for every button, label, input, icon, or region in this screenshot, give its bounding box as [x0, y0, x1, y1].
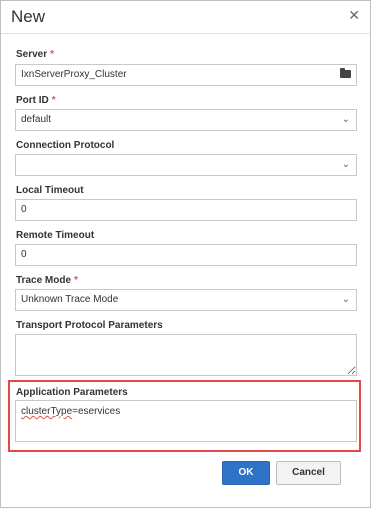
required-marker: * [74, 275, 78, 286]
application-parameters-label-text: Application Parameters [16, 387, 128, 398]
remote-timeout-input[interactable]: 0 [15, 244, 357, 266]
new-dialog: New ✕ Server * IxnServerProxy_Cluster Por… [0, 0, 371, 508]
trace-mode-value: Unknown Trace Mode [21, 294, 119, 305]
remote-timeout-label: Remote Timeout [16, 230, 94, 241]
trace-mode-label: Trace Mode * [16, 275, 78, 286]
close-icon[interactable]: ✕ [348, 7, 360, 24]
required-marker: * [50, 49, 55, 60]
transport-protocol-parameters-label-text: Transport Protocol Parameters [16, 320, 163, 331]
application-parameters-value: =eservices [72, 406, 121, 417]
chevron-down-icon[interactable]: ⌄ [342, 159, 350, 170]
local-timeout-label: Local Timeout [16, 185, 84, 196]
transport-protocol-parameters-textarea[interactable] [15, 334, 357, 376]
dialog-title: New [11, 7, 46, 26]
folder-icon[interactable] [340, 68, 351, 78]
port-id-select[interactable]: default ⌄ [15, 109, 357, 131]
connection-protocol-select[interactable]: ⌄ [15, 154, 357, 176]
required-marker: * [51, 95, 56, 106]
trace-mode-label-text: Trace Mode [16, 275, 72, 286]
port-id-value: default [21, 114, 52, 125]
port-id-label: Port ID * [16, 95, 56, 106]
local-timeout-label-text: Local Timeout [16, 185, 84, 196]
cancel-button[interactable]: Cancel [276, 461, 341, 485]
port-id-label-text: Port ID [16, 95, 49, 106]
chevron-down-icon[interactable]: ⌄ [342, 294, 350, 305]
transport-protocol-parameters-label: Transport Protocol Parameters [16, 320, 163, 331]
dialog-header: New ✕ [1, 1, 370, 34]
connection-protocol-label-text: Connection Protocol [16, 140, 115, 151]
local-timeout-input[interactable]: 0 [15, 199, 357, 221]
chevron-down-icon[interactable]: ⌄ [342, 114, 350, 125]
remote-timeout-label-text: Remote Timeout [16, 230, 95, 241]
server-input[interactable]: IxnServerProxy_Cluster [15, 64, 357, 86]
trace-mode-select[interactable]: Unknown Trace Mode ⌄ [15, 289, 357, 311]
local-timeout-value: 0 [21, 204, 27, 215]
remote-timeout-value: 0 [21, 249, 27, 260]
ok-button[interactable]: OK [222, 461, 270, 485]
application-parameters-textarea[interactable]: clusterType=eservices [15, 400, 357, 442]
spellcheck-word: clusterType [21, 406, 73, 417]
server-label-text: Server [16, 49, 48, 60]
connection-protocol-label: Connection Protocol [16, 140, 114, 151]
server-value: IxnServerProxy_Cluster [21, 69, 127, 80]
server-label: Server * [16, 49, 54, 60]
application-parameters-label: Application Parameters [16, 387, 128, 398]
